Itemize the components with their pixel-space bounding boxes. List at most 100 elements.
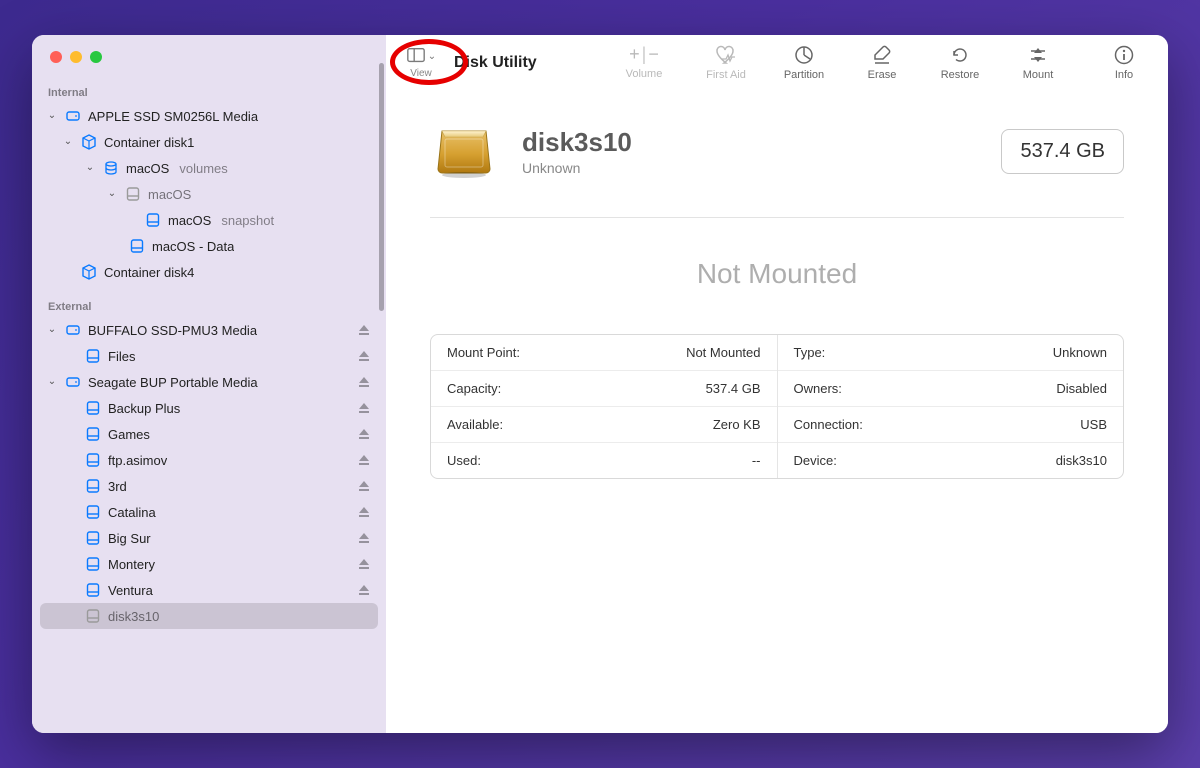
sidebar-item-suffix: snapshot [221, 213, 274, 228]
eject-icon[interactable] [356, 452, 372, 468]
eject-icon[interactable] [356, 322, 372, 338]
window-title: Disk Utility [454, 54, 537, 72]
sidebar-item-ftp[interactable]: ftp.asimov [40, 447, 378, 473]
first-aid-icon [715, 44, 737, 66]
sidebar-item-label: Seagate BUP Portable Media [88, 375, 258, 390]
chevron-down-icon: ⌄ [428, 51, 436, 62]
mount-button[interactable]: Mount [1012, 44, 1064, 81]
sidebar-item-internal-disk[interactable]: ⌄ APPLE SSD SM0256L Media [40, 103, 378, 129]
sidebar-item-3rd[interactable]: 3rd [40, 473, 378, 499]
sidebar-item-label: Big Sur [108, 531, 151, 546]
sidebar-item-label: Ventura [108, 583, 153, 598]
volume-icon [84, 399, 102, 417]
content-area: disk3s10 Unknown 537.4 GB Not Mounted Mo… [386, 91, 1168, 733]
partition-icon [793, 44, 815, 66]
restore-button[interactable]: Restore [934, 44, 986, 81]
volume-add-remove-button[interactable]: +|− Volume [614, 44, 674, 80]
zoom-window-button[interactable] [90, 51, 102, 63]
sidebar-item-seagate[interactable]: ⌄ Seagate BUP Portable Media [40, 369, 378, 395]
divider [430, 217, 1124, 218]
info-icon [1113, 44, 1135, 66]
info-row-owners: Owners: Disabled [778, 371, 1124, 407]
toolbar-item-label: Partition [784, 69, 824, 81]
sidebar-item-label: Files [108, 349, 135, 364]
sidebar-item-macos-vol[interactable]: ⌄ macOS [40, 181, 378, 207]
volume-icon [84, 581, 102, 599]
sidebar-item-ventura[interactable]: Ventura [40, 577, 378, 603]
partition-button[interactable]: Partition [778, 44, 830, 81]
hdd-icon [64, 321, 82, 339]
close-window-button[interactable] [50, 51, 62, 63]
container-icon [80, 133, 98, 151]
first-aid-button[interactable]: First Aid [700, 44, 752, 81]
info-key: Used: [447, 453, 481, 468]
volume-subtitle: Unknown [522, 160, 632, 176]
chevron-down-icon[interactable]: ⌄ [62, 135, 74, 147]
info-button[interactable]: Info [1104, 44, 1144, 81]
eject-icon[interactable] [356, 400, 372, 416]
volume-icon [84, 451, 102, 469]
sidebar-item-macos-snapshot[interactable]: macOS snapshot [40, 207, 378, 233]
sidebar: Internal ⌄ APPLE SSD SM0256L Media ⌄ Con… [32, 35, 386, 733]
sidebar-item-label: macOS [126, 161, 169, 176]
sidebar-item-label: Backup Plus [108, 401, 180, 416]
volume-header: disk3s10 Unknown 537.4 GB [430, 117, 1124, 185]
minus-icon: − [648, 44, 659, 65]
sidebar-item-bigsur[interactable]: Big Sur [40, 525, 378, 551]
eject-icon[interactable] [356, 348, 372, 364]
toolbar-item-label: Restore [941, 69, 980, 81]
volume-icon [84, 555, 102, 573]
app-window: Internal ⌄ APPLE SSD SM0256L Media ⌄ Con… [32, 35, 1168, 733]
info-key: Mount Point: [447, 345, 520, 360]
sidebar-item-buffalo[interactable]: ⌄ BUFFALO SSD-PMU3 Media [40, 317, 378, 343]
external-drive-icon [430, 117, 498, 185]
sidebar-item-container1[interactable]: ⌄ Container disk1 [40, 129, 378, 155]
chevron-down-icon[interactable]: ⌄ [106, 187, 118, 199]
info-column-left: Mount Point: Not Mounted Capacity: 537.4… [431, 335, 777, 478]
info-row-connection: Connection: USB [778, 407, 1124, 443]
chevron-down-icon[interactable]: ⌄ [46, 323, 58, 335]
sidebar-item-container4[interactable]: › Container disk4 [40, 259, 378, 285]
sidebar-section-internal: Internal [40, 81, 378, 103]
sidebar-section-external: External [40, 295, 378, 317]
info-key: Device: [794, 453, 837, 468]
sidebar-toggle-icon [406, 46, 426, 66]
chevron-down-icon[interactable]: ⌄ [84, 161, 96, 173]
volume-info-table: Mount Point: Not Mounted Capacity: 537.4… [430, 334, 1124, 479]
view-menu-button[interactable]: ⌄ View [394, 46, 448, 79]
eject-icon[interactable] [356, 556, 372, 572]
sidebar-item-montery[interactable]: Montery [40, 551, 378, 577]
erase-icon [871, 44, 893, 66]
eject-icon[interactable] [356, 504, 372, 520]
sidebar-item-label: BUFFALO SSD-PMU3 Media [88, 323, 257, 338]
sidebar-item-backup-plus[interactable]: Backup Plus [40, 395, 378, 421]
info-value: Not Mounted [686, 345, 760, 360]
sidebar-item-files[interactable]: Files [40, 343, 378, 369]
eject-icon[interactable] [356, 478, 372, 494]
sidebar-item-label: Container disk4 [104, 265, 194, 280]
chevron-down-icon[interactable]: ⌄ [46, 375, 58, 387]
sidebar-scrollbar[interactable] [379, 63, 384, 311]
volume-icon [144, 211, 162, 229]
eject-icon[interactable] [356, 582, 372, 598]
sidebar-item-catalina[interactable]: Catalina [40, 499, 378, 525]
toolbar-item-label: Mount [1023, 69, 1054, 81]
sidebar-item-macos-data[interactable]: macOS - Data [40, 233, 378, 259]
chevron-down-icon[interactable]: ⌄ [46, 109, 58, 121]
toolbar: ⌄ View Disk Utility +|− Volume First Aid… [386, 35, 1168, 91]
sidebar-item-disk3s10[interactable]: disk3s10 [40, 603, 378, 629]
toolbar-actions: +|− Volume First Aid Partition Erase [614, 44, 1144, 81]
sidebar-item-suffix: volumes [179, 161, 227, 176]
volume-icon [84, 477, 102, 495]
eject-icon[interactable] [356, 426, 372, 442]
sidebar-item-macos-group[interactable]: ⌄ macOS volumes [40, 155, 378, 181]
sidebar-item-label: Catalina [108, 505, 156, 520]
eject-icon[interactable] [356, 530, 372, 546]
minimize-window-button[interactable] [70, 51, 82, 63]
info-key: Connection: [794, 417, 863, 432]
eject-icon[interactable] [356, 374, 372, 390]
erase-button[interactable]: Erase [856, 44, 908, 81]
sidebar-item-games[interactable]: Games [40, 421, 378, 447]
sidebar-item-label: Montery [108, 557, 155, 572]
info-row-device: Device: disk3s10 [778, 443, 1124, 478]
